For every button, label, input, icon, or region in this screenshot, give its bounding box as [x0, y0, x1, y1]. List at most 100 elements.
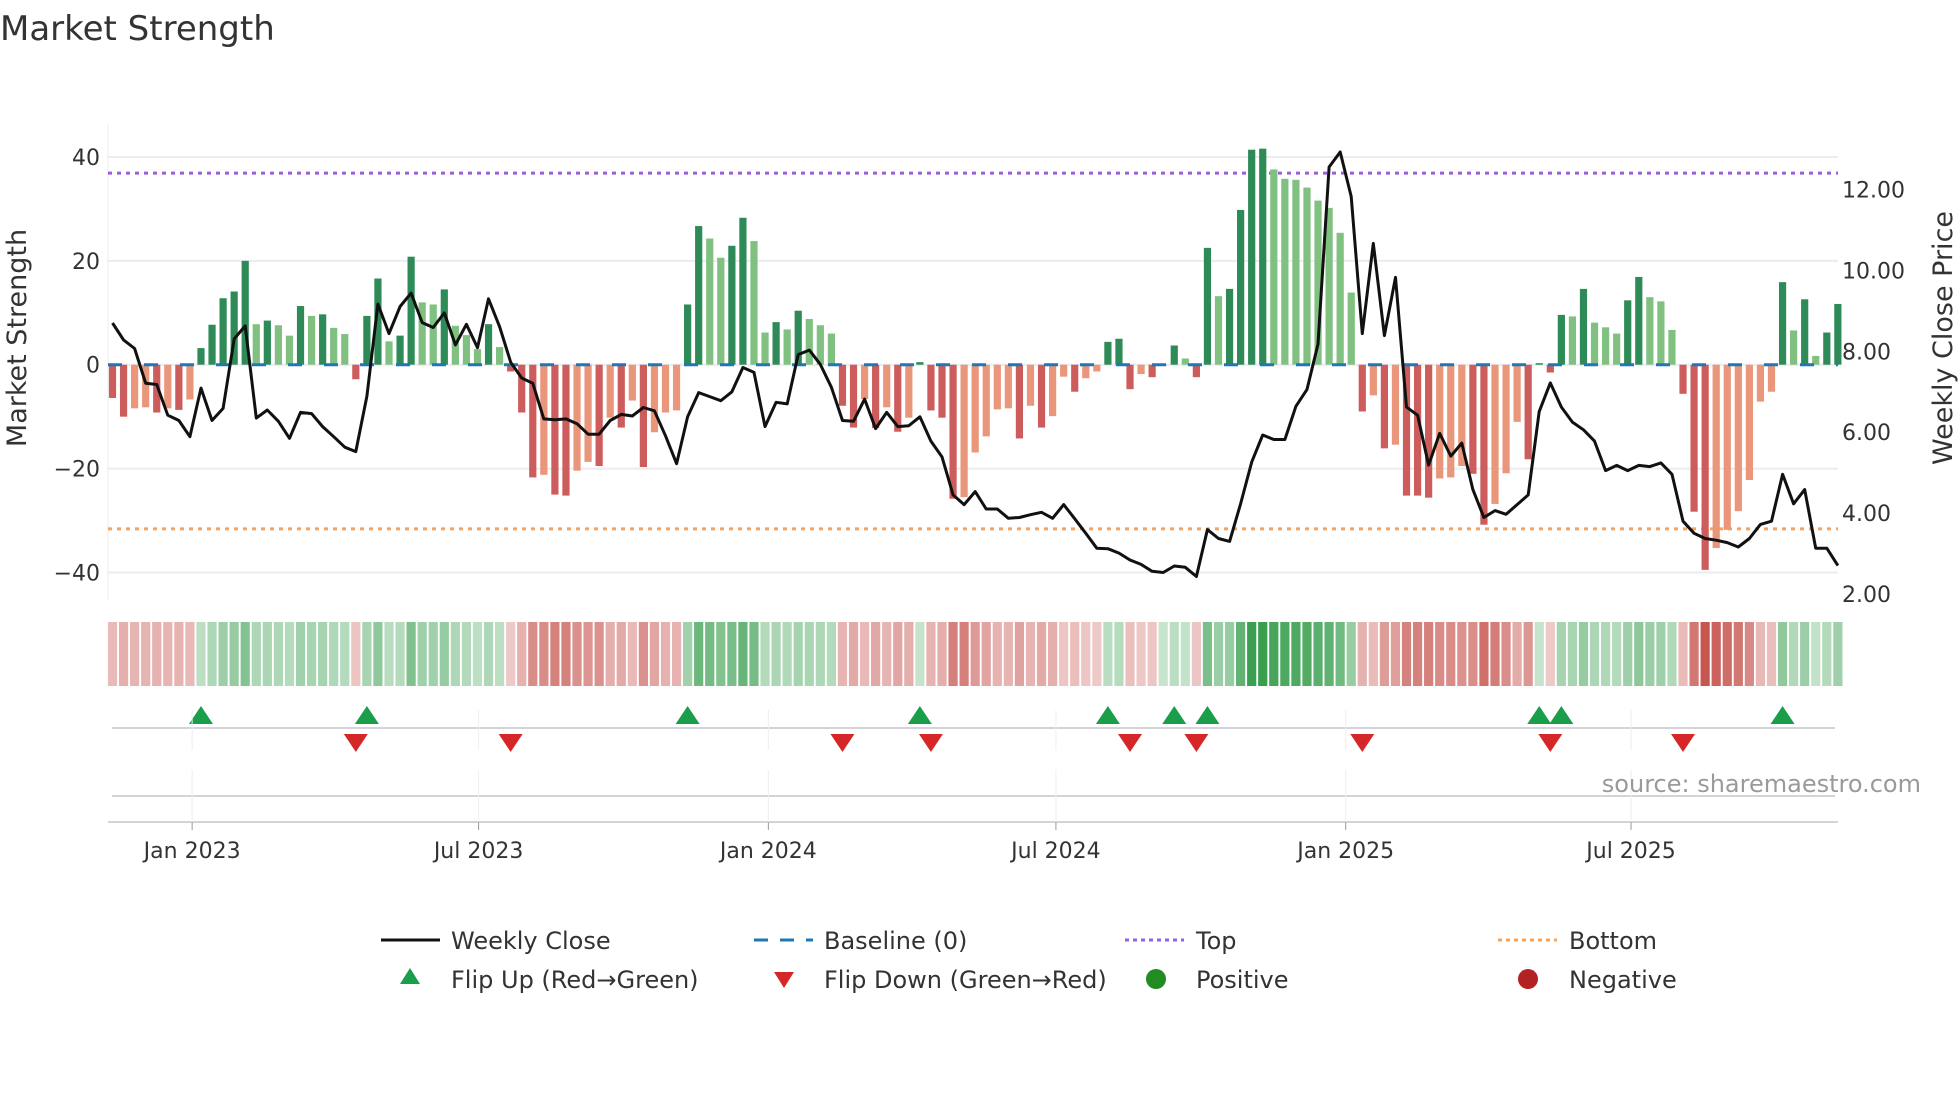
positive-bar [1281, 178, 1289, 365]
negative-bar [1082, 364, 1090, 379]
heatmap-cell [1247, 622, 1257, 686]
heatmap-cell [749, 622, 759, 686]
heatmap-cell [1003, 622, 1013, 686]
heatmap-cell [517, 622, 527, 686]
negative-bar [562, 364, 570, 496]
heatmap-cell [948, 622, 958, 686]
heatmap-cell [671, 622, 682, 686]
negative-bar [573, 364, 581, 471]
heatmap-cell [1059, 622, 1069, 686]
heatmap-cell [1258, 622, 1268, 686]
heatmap-cell [1202, 622, 1213, 686]
x-tick-label: Jul 2025 [1584, 839, 1676, 864]
heatmap-cell [627, 622, 637, 686]
flip-up-marker [1770, 706, 1795, 724]
heatmap-cell [1667, 622, 1677, 686]
heatmap-cell [859, 622, 870, 686]
heatmap-cell [1092, 622, 1102, 686]
heatmap-cell [1081, 622, 1091, 686]
positive-bar [1657, 301, 1665, 365]
heatmap-cell [893, 622, 903, 686]
positive-bar [1303, 187, 1311, 365]
heatmap-cell [694, 622, 704, 686]
negative-bar [1767, 364, 1776, 392]
heatmap-cell [1479, 622, 1489, 686]
heatmap-cell [1302, 622, 1312, 686]
flip-up-marker [1549, 706, 1574, 724]
heatmap-cell [1700, 622, 1710, 686]
positive-bar [1336, 232, 1344, 365]
chart-title: Market Strength [0, 9, 275, 49]
heatmap-cell [1468, 622, 1478, 686]
positive-bar [1834, 303, 1842, 365]
heatmap-cell [1236, 622, 1246, 686]
legend-flip-up: Flip Up (Red→Green) [451, 966, 699, 994]
legend-top: Top [1195, 927, 1237, 955]
negative-bar [1137, 364, 1145, 375]
heatmap-cell [262, 622, 272, 686]
negative-bar [1192, 364, 1200, 378]
heatmap-cell [915, 622, 925, 686]
heatmap-cell [1269, 622, 1279, 686]
legend-weekly-close: Weekly Close [451, 927, 611, 955]
heatmap-cell [716, 622, 726, 686]
negative-bar [938, 364, 946, 418]
flip-markers [112, 706, 1835, 752]
positive-bar [1248, 149, 1256, 365]
positive-bar [750, 241, 758, 365]
heatmap-cell [1158, 622, 1168, 686]
heatmap-cell [1567, 622, 1578, 686]
positive-bar [197, 348, 205, 365]
positive-bar [263, 320, 271, 365]
negative-bar [1026, 364, 1035, 406]
heatmap-cell [329, 622, 339, 686]
heatmap-cell [771, 622, 781, 686]
heatmap-cell [1789, 622, 1799, 686]
heatmap-cell [1424, 622, 1434, 686]
heatmap-cell [837, 622, 848, 686]
heatmap-cell [1169, 622, 1179, 686]
negative-bar [1004, 364, 1012, 409]
negative-bar [1380, 364, 1388, 449]
negative-bar [1148, 364, 1156, 378]
x-tick-label: Jan 2024 [718, 839, 817, 864]
heatmap-cell [1822, 622, 1832, 686]
heatmap-cell [251, 622, 261, 686]
heatmap-cell [1412, 622, 1423, 686]
market-strength-chart: Market Strength 40 20 0 −20 −40 2.00 4.00 6.00… [0, 9, 1959, 994]
y2-tick-label: 2.00 [1842, 583, 1891, 608]
positive-bar [783, 329, 791, 365]
positive-bar [1590, 322, 1599, 365]
heatmap-cell [185, 622, 195, 686]
green-dot-icon [1146, 969, 1166, 989]
heatmap-cell [1534, 622, 1544, 686]
negative-bar [927, 364, 935, 411]
heatmap-cell [1136, 622, 1146, 686]
positive-bar [385, 341, 393, 365]
heatmap-cell [1501, 622, 1511, 686]
positive-bar [307, 315, 316, 365]
heatmap-cell [1191, 622, 1201, 686]
positive-bar [1203, 247, 1212, 365]
heatmap-cell [417, 622, 427, 686]
negative-bar [108, 364, 117, 398]
positive-bar [739, 217, 747, 365]
y-tick-label: 40 [72, 146, 100, 171]
positive-bar [684, 304, 692, 365]
flip-down-marker [918, 734, 943, 752]
heatmap-cell [550, 622, 560, 686]
positive-bar [1325, 207, 1333, 365]
positive-bar [1602, 327, 1610, 365]
negative-bar [661, 364, 670, 413]
flip-up-marker [354, 706, 379, 724]
strength-bars [108, 148, 1842, 570]
legend-flip-down: Flip Down (Green→Red) [824, 966, 1107, 994]
negative-bar [1690, 364, 1698, 512]
heatmap-cell [1556, 622, 1566, 686]
heatmap-cell [1766, 622, 1777, 686]
heatmap-cell [1324, 622, 1334, 686]
positive-bar [1292, 179, 1300, 365]
heatmap-cell [483, 622, 494, 686]
heatmap-cell [594, 622, 604, 686]
positive-bar [429, 304, 437, 365]
